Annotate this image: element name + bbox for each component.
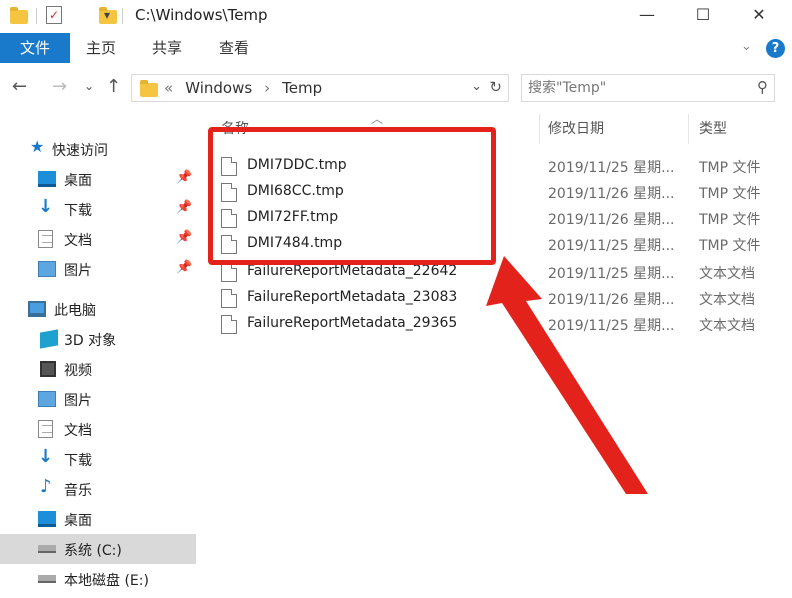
annotation-arrow-icon (486, 256, 648, 494)
